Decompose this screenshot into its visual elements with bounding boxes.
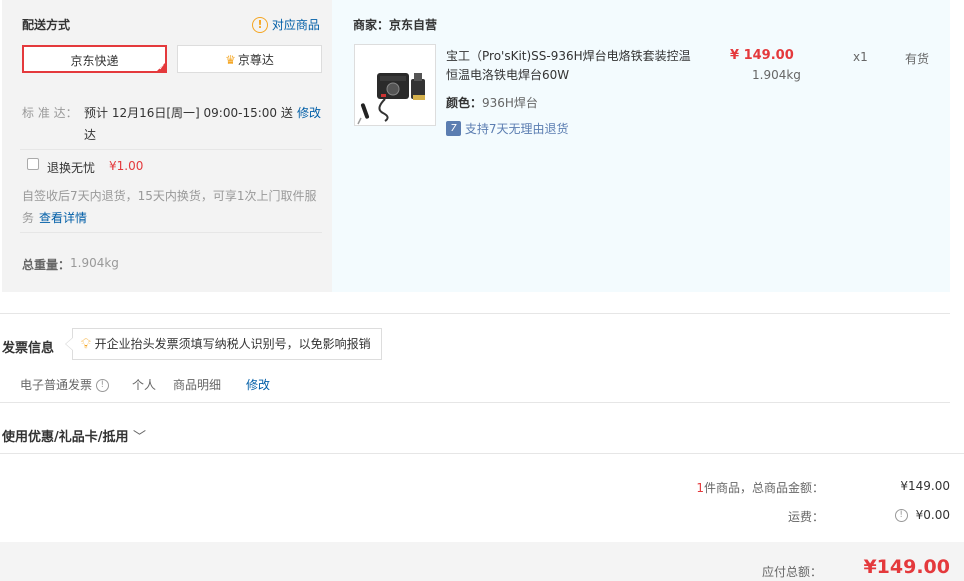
soldering-station-image: [355, 45, 435, 125]
delivery-time-line1: 预计 12月16日[周一] 09:00-15:00 送: [84, 106, 293, 120]
shipping-panel: 配送方式 ! 对应商品 京东快递 ✓ ♛ 京尊达 标 准 达： 预计 12月16日…: [2, 0, 332, 292]
modify-invoice-link[interactable]: 修改: [246, 376, 270, 393]
invoice-content: 商品明细: [173, 378, 222, 392]
goods-count-summary: 1件商品，总商品金额：: [696, 479, 824, 496]
worry-free-price: ¥1.00: [109, 159, 144, 173]
total-weight-value: 1.904kg: [70, 256, 119, 270]
crown-icon: ♛: [225, 53, 236, 67]
product-name-line2[interactable]: 恒温电洛铁电焊台60W: [446, 66, 569, 83]
product-quantity: x1: [853, 50, 868, 64]
worry-free-desc-line2: 务: [22, 211, 35, 225]
jd-express-label: 京东快递: [70, 54, 119, 68]
view-details-link[interactable]: 查看详情: [39, 209, 87, 226]
product-stock: 有货: [905, 52, 930, 66]
alert-icon: !: [252, 16, 268, 33]
worry-free-checkbox[interactable]: [27, 158, 39, 170]
divider: [20, 232, 322, 233]
color-label: 颜色：: [446, 96, 483, 110]
total-weight-label: 总重量：: [22, 258, 71, 272]
product-price: ¥ 149.00: [730, 48, 794, 63]
product-image[interactable]: [354, 44, 436, 126]
goods-amount: ¥149.00: [900, 479, 950, 493]
product-weight: 1.904kg: [752, 68, 801, 82]
merchant-label: 商家：京东自营: [353, 18, 438, 32]
shipping-title: 配送方式: [22, 18, 71, 32]
section-divider: [0, 402, 950, 403]
jzd-option[interactable]: ♛ 京尊达: [177, 45, 322, 73]
info-icon[interactable]: !: [95, 379, 109, 392]
return-policy[interactable]: 7 支持7天无理由退货: [446, 120, 568, 137]
freight-info-icon[interactable]: !: [894, 509, 908, 522]
divider: [20, 149, 322, 150]
total-bar: 应付总额： ¥149.00: [0, 542, 964, 581]
freight-amount-wrap: ! ¥0.00: [894, 508, 950, 522]
section-divider: [0, 453, 964, 454]
check-icon: ✓: [158, 63, 165, 72]
product-name-line1[interactable]: 宝工（Pro'sKit)SS-936H焊台电烙铁套装控温: [446, 47, 691, 64]
worry-free-label: 退换无忧: [47, 161, 96, 175]
color-value: 936H焊台: [482, 96, 538, 110]
payable-label: 应付总额：: [761, 565, 822, 579]
return-policy-label: 支持7天无理由退货: [464, 122, 569, 136]
invoice-type-label: 电子普通发票: [20, 378, 93, 392]
coupon-toggle[interactable]: 使用优惠/礼品卡/抵用 ﹀: [2, 426, 146, 445]
invoice-tip: 💡︎ 开企业抬头发票须填写纳税人识别号，以免影响报销: [65, 328, 382, 360]
invoice-type: 电子普通发票 !: [20, 376, 109, 393]
corresponding-goods-label: 对应商品: [271, 18, 320, 32]
invoice-title: 发票信息: [2, 341, 55, 356]
return-policy-icon: 7: [446, 121, 461, 136]
coupon-title: 使用优惠/礼品卡/抵用: [2, 430, 129, 445]
delivery-time-line2: 达: [84, 128, 97, 142]
freight-amount: ¥0.00: [915, 508, 950, 522]
chevron-down-icon: ﹀: [133, 430, 147, 445]
invoice-holder: 个人: [132, 378, 157, 392]
freight-label: 运费：: [787, 510, 824, 524]
worry-free-desc-line1: 自签收后7天内退货，15天内换货，可享1次上门取件服: [22, 189, 317, 203]
goods-count: 1: [696, 481, 704, 495]
standard-delivery-label: 标 准 达：: [22, 106, 78, 120]
section-divider: [0, 313, 950, 314]
goods-count-suffix: 件商品，总商品金额：: [703, 481, 824, 495]
invoice-tip-text: 开企业抬头发票须填写纳税人识别号，以免影响报销: [94, 337, 371, 351]
lightbulb-icon: 💡︎: [81, 336, 91, 353]
payable-amount: ¥149.00: [863, 556, 950, 578]
jzd-label: 京尊达: [237, 53, 274, 67]
modify-delivery-link[interactable]: 修改: [297, 104, 321, 121]
corresponding-goods-link[interactable]: ! 对应商品: [252, 16, 320, 33]
jd-express-option[interactable]: 京东快递 ✓: [22, 45, 167, 73]
